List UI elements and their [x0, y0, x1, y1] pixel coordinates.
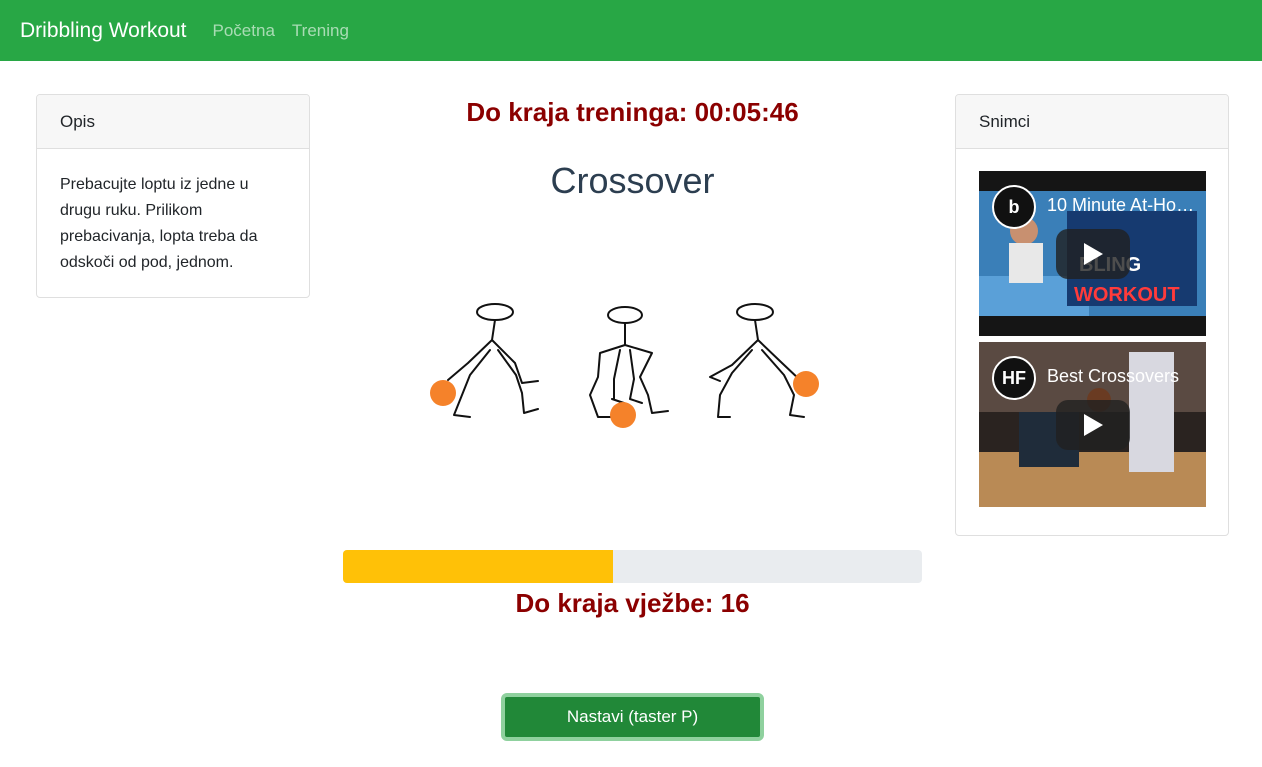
description-text: Prebacujte loptu iz jedne u drugu ruku. …	[60, 176, 258, 271]
exercise-progress-bar	[343, 550, 922, 583]
video-title: 10 Minute At-Home Dribbling Workout	[1047, 195, 1199, 215]
brand-link[interactable]: Dribbling Workout	[20, 19, 187, 43]
description-card-header: Opis	[37, 95, 309, 149]
crossover-illustration	[430, 303, 819, 428]
description-card: Opis Prebacujte loptu iz jedne u drugu r…	[36, 94, 310, 298]
play-icon[interactable]	[1056, 400, 1130, 450]
videos-card-header: Snimci	[956, 95, 1228, 149]
exercise-remaining: Do kraja vježbe: 16	[515, 588, 750, 618]
svg-text:WORKOUT: WORKOUT	[1074, 284, 1180, 306]
video-title: Best Crossovers	[1047, 366, 1180, 386]
progress-fill	[343, 550, 613, 583]
workout-timer: Do kraja treninga: 00:05:46	[466, 97, 799, 127]
video-player-2[interactable]: HF Best Crossovers	[979, 342, 1206, 507]
play-icon[interactable]	[1056, 229, 1130, 279]
bq-logo-icon: b	[992, 185, 1036, 229]
video-player-1[interactable]: BLING WORKOUT b 10 Minute At-Home Dribbl…	[979, 171, 1206, 336]
navbar: Dribbling Workout Početna Trening	[0, 0, 1262, 61]
exercise-title: Crossover	[550, 160, 715, 201]
continue-button[interactable]: Nastavi (taster P)	[501, 693, 764, 741]
videos-card: Snimci BLING WORKOUT b 10 Minute At-Home…	[955, 94, 1229, 536]
hf-logo-icon: HF	[992, 356, 1036, 400]
nav-link-trening[interactable]: Trening	[292, 21, 349, 41]
nav-link-pocetna[interactable]: Početna	[213, 21, 275, 41]
